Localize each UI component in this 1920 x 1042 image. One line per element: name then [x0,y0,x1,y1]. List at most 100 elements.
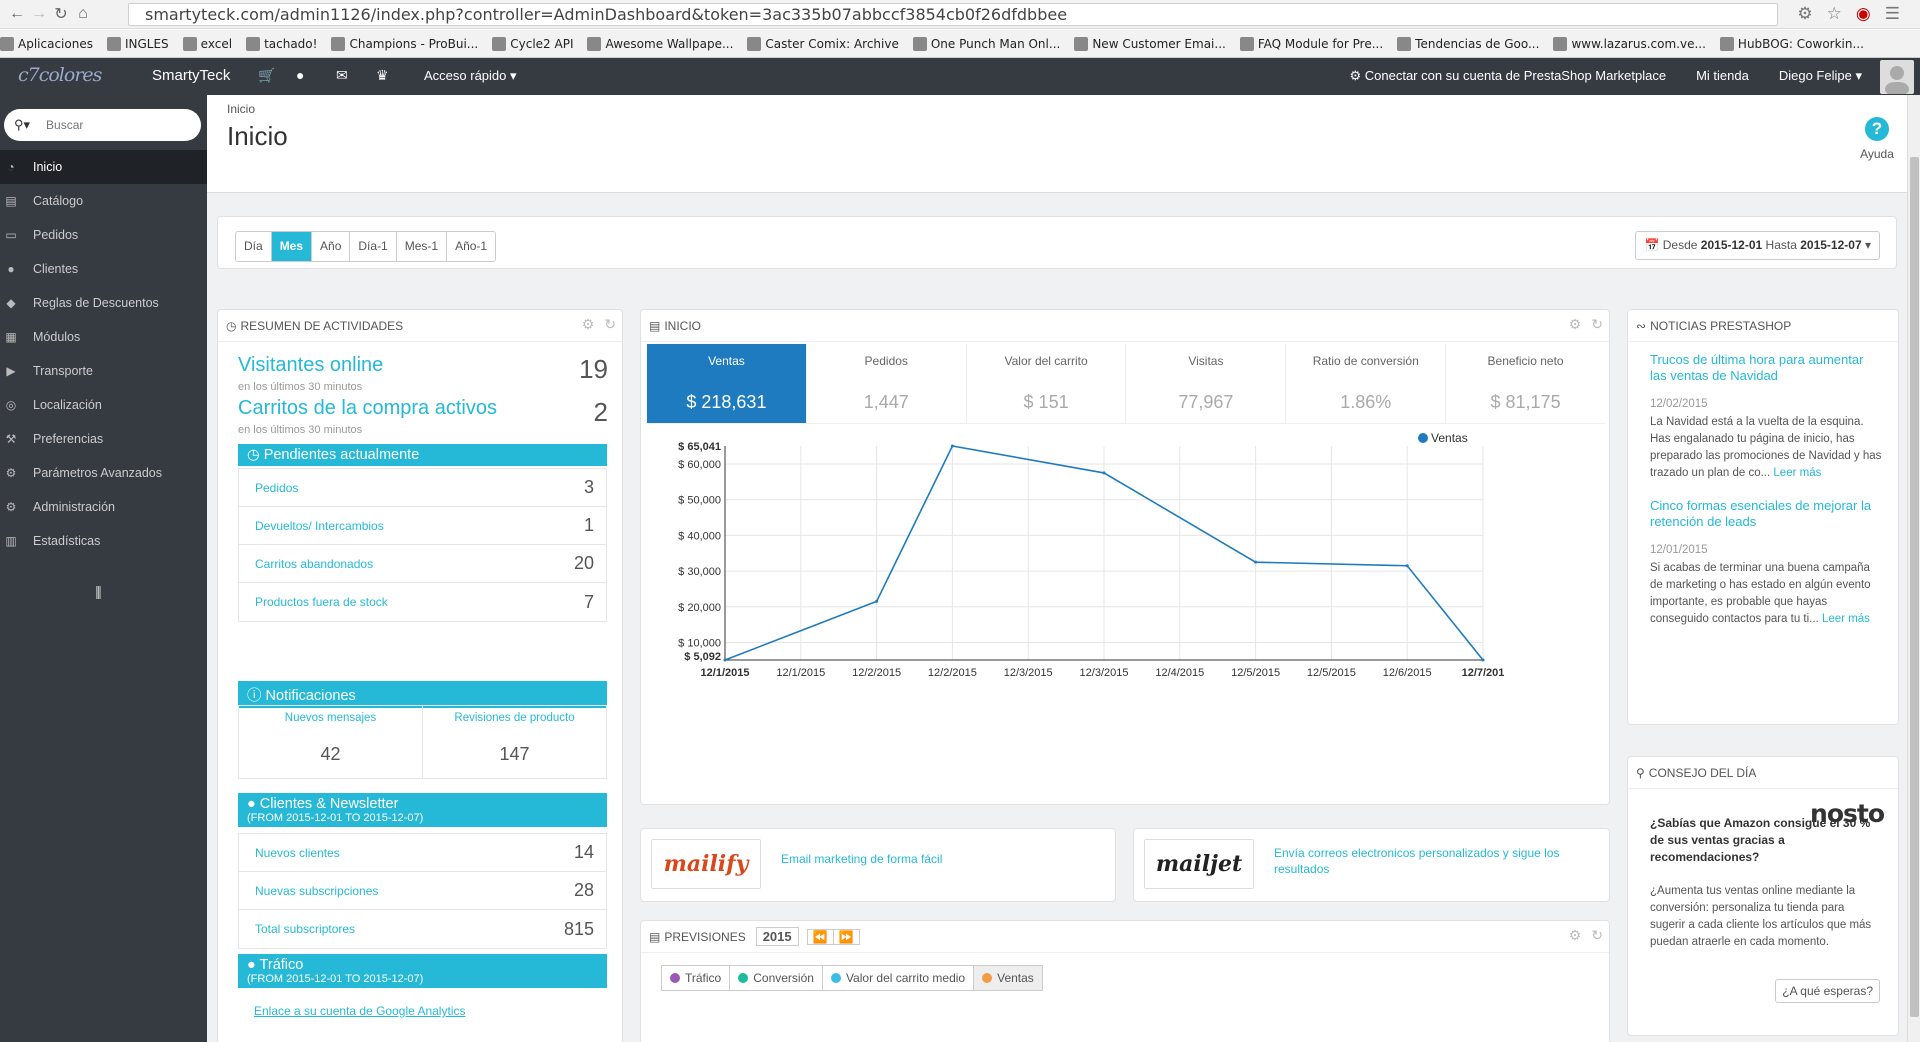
forward-icon[interactable]: → [28,5,50,23]
sidebar-item-pedidos[interactable]: ▭ Pedidos [0,218,207,252]
search-icon[interactable]: ⚲▾ [14,117,30,133]
read-more-link[interactable]: Leer más [1773,467,1821,479]
key-icon[interactable]: ⚙ [1797,4,1812,24]
sidebar-item-estad-sticas[interactable]: ▥ Estadísticas [0,524,207,558]
marketplace-link[interactable]: ⚙ Conectar con su cuenta de PrestaShop M… [1349,68,1666,84]
kpi-tab[interactable]: Pedidos 1,447 [807,344,967,423]
sidebar-item-inicio[interactable]: ◔ Inicio [0,150,207,184]
sidebar-item-preferencias[interactable]: ⚒ Preferencias [0,422,207,456]
search-box[interactable]: ⚲▾ [4,109,201,141]
pending-row-label[interactable]: Productos fuera de stock [255,595,388,609]
tip-button[interactable]: ¿A qué esperas? [1775,979,1880,1003]
envelope-icon[interactable]: ✉ [336,67,348,84]
sidebar-item-m-dulos[interactable]: ▦ Módulos [0,320,207,354]
refresh-icon[interactable]: ↻ [1591,927,1603,944]
forecast-tab[interactable]: Ventas [974,966,1042,990]
bookmark-item[interactable]: Caster Comix: Archive [747,36,899,51]
gear-icon[interactable]: ⚙ [582,316,595,333]
forecast-tab[interactable]: Tráfico [662,966,731,990]
period-button[interactable]: Día [236,232,272,261]
news-item-title[interactable]: Trucos de última hora para aumentar las … [1650,352,1882,384]
refresh-icon[interactable]: ↻ [1591,316,1603,333]
google-analytics-link[interactable]: Enlace a su cuenta de Google Analytics [254,1004,465,1018]
period-button[interactable]: Mes [271,232,313,261]
bookmark-item[interactable]: Aplicaciones [0,36,93,51]
bookmark-item[interactable]: INGLES [106,36,169,51]
star-icon[interactable]: ☆ [1827,4,1842,24]
gear-icon[interactable]: ⚙ [1569,927,1582,944]
bookmark-item[interactable]: New Customer Emai... [1074,36,1226,51]
mailify-text[interactable]: Email marketing de forma fácil [781,851,1101,867]
search-input[interactable] [46,118,177,132]
refresh-icon[interactable]: ↻ [604,316,616,333]
kpi-tab[interactable]: Valor del carrito $ 151 [967,344,1127,423]
client-row-label[interactable]: Total subscriptores [255,922,355,936]
period-button[interactable]: Día-1 [350,232,397,261]
bookmark-item[interactable]: excel [182,36,232,51]
period-button[interactable]: Mes-1 [396,232,448,261]
gear-icon[interactable]: ⚙ [1569,316,1582,333]
sidebar-item-transporte[interactable]: ▶ Transporte [0,354,207,388]
news-item-title[interactable]: Cinco formas esenciales de mejorar la re… [1650,498,1882,530]
user-icon[interactable]: ● [296,67,304,83]
scrollbar-thumb[interactable] [1910,157,1919,1017]
bookmark-item[interactable]: www.lazarus.com.ve... [1553,36,1706,51]
client-row-label[interactable]: Nuevos clientes [255,846,340,860]
online-visitors-label[interactable]: Visitantes online [238,354,608,377]
bookmark-item[interactable]: tachado! [246,36,317,51]
page-scrollbar[interactable] [1907,95,1920,1042]
bookmark-item[interactable]: Awesome Wallpape... [587,36,733,51]
bookmark-item[interactable]: Tendencias de Goo... [1397,36,1539,51]
date-range-picker[interactable]: 📅 Desde 2015-12-01 Hasta 2015-12-07 ▾ [1635,231,1880,260]
mailify-logo[interactable]: mailify [651,839,761,889]
kpi-tab[interactable]: Visitas 77,967 [1126,344,1287,423]
kpi-tab[interactable]: Ventas $ 218,631 [647,344,807,423]
client-row-label[interactable]: Nuevas subscripciones [255,884,378,898]
logo[interactable]: c7colores [18,64,130,88]
sidebar-item-localizaci-n[interactable]: ◎ Localización [0,388,207,422]
bookmark-item[interactable]: HubBOG: Coworkin... [1719,36,1864,51]
shop-name[interactable]: SmartyTeck [152,67,230,84]
notification-label[interactable]: Nuevos mensajes [239,712,422,724]
forecast-tab[interactable]: Valor del carrito medio [823,966,975,990]
bookmark-item[interactable]: One Punch Man Onl... [912,36,1060,51]
avatar[interactable] [1880,60,1914,94]
sidebar-item-reglas-de-descuentos[interactable]: ◆ Reglas de Descuentos [0,286,207,320]
period-button[interactable]: Año [312,232,351,261]
active-carts-label[interactable]: Carritos de la compra activos [238,397,608,420]
mailjet-text[interactable]: Envía correos electronicos personalizado… [1274,845,1594,877]
help-button[interactable]: ? Ayuda [1847,117,1907,161]
home-icon[interactable]: ⌂ [72,5,94,23]
pending-row-label[interactable]: Carritos abandonados [255,557,373,571]
mailjet-logo[interactable]: mailjet [1144,839,1254,889]
kpi-tab[interactable]: Ratio de conversión 1.86% [1286,344,1447,423]
sidebar-item-administraci-n[interactable]: ⚙ Administración [0,490,207,524]
kpi-tab[interactable]: Beneficio neto $ 81,175 [1446,344,1605,423]
back-icon[interactable]: ← [6,5,28,23]
quick-access-menu[interactable]: Acceso rápido ▾ [424,68,517,84]
collapse-menu-icon[interactable]: ||| [95,583,102,599]
pending-row-label[interactable]: Pedidos [255,481,298,495]
opera-icon[interactable]: ◉ [1856,4,1871,24]
read-more-link[interactable]: Leer más [1822,613,1870,625]
previous-year-icon[interactable]: ⏪ [808,929,834,944]
my-shop-link[interactable]: Mi tienda [1696,68,1749,84]
next-year-icon[interactable]: ⏩ [834,930,859,944]
user-menu[interactable]: Diego Felipe ▾ [1779,68,1862,84]
sidebar-item-clientes[interactable]: ● Clientes [0,252,207,286]
bookmark-item[interactable]: Champions - ProBui... [331,36,478,51]
pending-row-label[interactable]: Devueltos/ Intercambios [255,519,384,533]
sidebar-item-par-metros-avanzados[interactable]: ⚙ Parámetros Avanzados [0,456,207,490]
forecast-tab[interactable]: Conversión [730,966,823,990]
sidebar-item-cat-logo[interactable]: ▤ Catálogo [0,184,207,218]
reload-icon[interactable]: ↻ [50,4,72,24]
menu-icon[interactable]: ☰ [1885,4,1900,24]
bookmark-item[interactable]: FAQ Module for Pre... [1239,36,1383,51]
mailify-ad[interactable]: mailify Email marketing de forma fácil [640,828,1116,902]
notification-label[interactable]: Revisiones de producto [423,712,606,724]
trophy-icon[interactable]: ♛ [376,67,389,84]
address-bar[interactable]: smartyteck.com/admin1126/index.php?contr… [128,3,1778,26]
breadcrumb[interactable]: Inicio [227,102,255,116]
cart-icon[interactable]: 🛒 [258,67,275,84]
mailjet-ad[interactable]: mailjet Envía correos electronicos perso… [1133,828,1610,902]
